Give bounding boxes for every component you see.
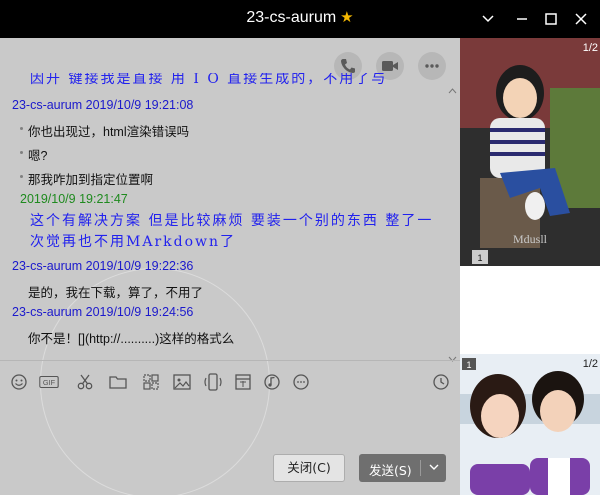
calendar-icon[interactable] <box>232 371 254 393</box>
message-text: 嗯? <box>28 149 48 163</box>
scissors-icon[interactable] <box>74 371 96 393</box>
window-title: 23-cs-aurum ★ <box>0 8 600 27</box>
show-caption: Mdusll <box>513 232 548 246</box>
divider <box>0 360 460 361</box>
message-header: 23-cs-aurum 2019/10/9 19:22:36 <box>12 259 194 273</box>
contact-show-panel: Mdusll 1 1/2 1 1/2 <box>460 38 600 495</box>
show-illustration: Mdusll 1 <box>460 38 600 266</box>
gif-label: GIF <box>43 378 56 387</box>
chevron-down-icon[interactable] <box>477 8 499 30</box>
close-chat-button[interactable]: 关闭(C) <box>273 454 345 482</box>
shake-icon[interactable] <box>202 371 224 393</box>
scroll-up-icon[interactable] <box>448 86 457 94</box>
gif-icon[interactable]: GIF <box>38 371 62 393</box>
star-icon[interactable]: ★ <box>340 9 353 26</box>
image-icon[interactable] <box>171 371 193 393</box>
contact-name: 23-cs-aurum <box>246 9 337 26</box>
chat-panel: 因开 键接我是直接 用 Ι O 直接生成的，不用了与 23-cs-aurum 2… <box>0 38 460 495</box>
image-grid-icon[interactable] <box>140 371 162 393</box>
show-pager[interactable]: 1/2 <box>583 358 598 370</box>
send-button[interactable]: 发送(S) <box>359 454 446 482</box>
show-pager[interactable]: 1/2 <box>583 42 598 54</box>
minimize-icon[interactable] <box>511 8 533 30</box>
message-header-self: 2019/10/9 19:21:47 <box>20 192 128 206</box>
message-input[interactable] <box>0 398 460 448</box>
maximize-icon[interactable] <box>540 8 562 30</box>
send-options-chevron-icon[interactable] <box>428 460 440 477</box>
music-icon[interactable] <box>261 371 283 393</box>
bullet-dot <box>20 151 23 154</box>
message-header: 23-cs-aurum 2019/10/9 19:21:08 <box>12 98 194 112</box>
clock-icon[interactable] <box>430 371 452 393</box>
folder-icon[interactable] <box>107 371 129 393</box>
bullet-dot <box>20 127 23 130</box>
show-illustration: 1 <box>460 354 600 495</box>
close-icon[interactable] <box>570 8 592 30</box>
message-list[interactable]: 因开 键接我是直接 用 Ι O 直接生成的，不用了与 23-cs-aurum 2… <box>0 58 450 363</box>
message-text: 是的，我在下载，算了，不用了 <box>28 286 204 300</box>
message-text-self: 这个有解决方案 但是比较麻烦 要装一个别的东西 整了一次觉再也不用MArkdow… <box>30 213 434 250</box>
bullet-dot <box>20 175 23 178</box>
message-header: 23-cs-aurum 2019/10/9 19:24:56 <box>12 305 194 319</box>
message-text: 你也出现过，html渲染错误吗 <box>28 125 190 139</box>
divider <box>420 460 421 476</box>
message-text: 你不是！[](http://..........)这样的格式么 <box>28 332 235 346</box>
contact-show-avatar[interactable]: Mdusll 1 1/2 <box>460 38 600 266</box>
more-circle-icon[interactable] <box>290 371 312 393</box>
my-show-avatar[interactable]: 1 1/2 <box>460 354 600 495</box>
show-badge: 1 <box>477 253 482 263</box>
title-bar: 23-cs-aurum ★ <box>0 0 600 38</box>
show-badge: 1 <box>466 360 471 370</box>
partial-message: 因开 键接我是直接 用 Ι O 直接生成的，不用了与 <box>30 71 388 87</box>
send-button-label: 发送(S) <box>369 463 412 478</box>
input-toolbar: GIF <box>0 371 460 395</box>
emoji-icon[interactable] <box>8 371 30 393</box>
message-text: 那我咋加到指定位置啊 <box>28 173 154 187</box>
